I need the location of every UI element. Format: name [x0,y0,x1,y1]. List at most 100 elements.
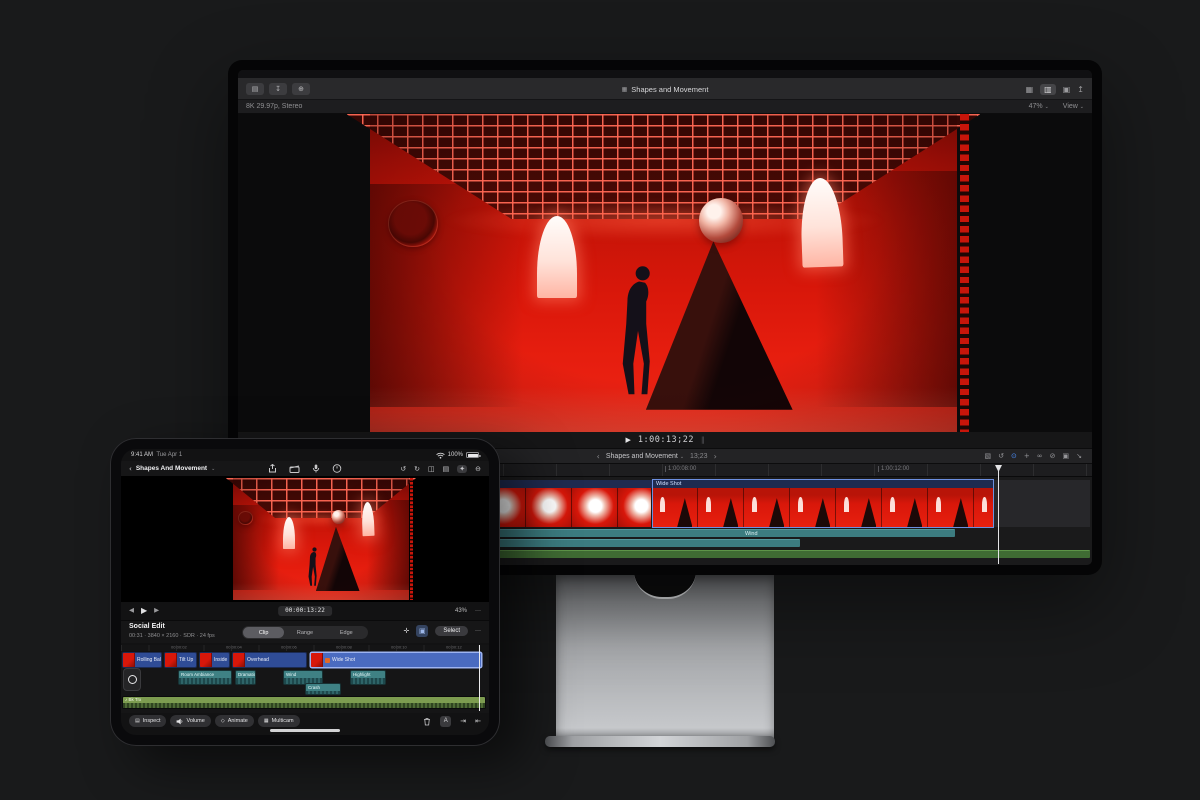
skip-back-button[interactable]: ◀ [129,606,134,615]
clip-wide-shot[interactable] [652,488,994,527]
viewer-zoom-menu[interactable]: 47% ⌄ [1029,103,1049,110]
effects-icon[interactable]: ▣ [1063,452,1070,460]
ipad: 9:41 AM Tue Apr 1 100% ‹ Shapes And Move… [110,438,500,746]
inspect-button[interactable]: ▤ Inspect [129,715,167,727]
wifi-icon [435,452,445,459]
ipad-timeline-tracks: Rolling Ball Tilt Up Inside Overhead Wid… [121,645,489,713]
film-thumb [974,488,994,527]
browser-view-icon[interactable]: ▦ [1026,85,1034,94]
ipad-status-bar: 9:41 AM Tue Apr 1 100% [121,449,489,461]
media-import-icon[interactable] [289,465,300,473]
zoom-out-icon[interactable]: ⊖ [475,465,481,473]
multicam-button[interactable]: ▦ Multicam [257,715,300,727]
viewer-video [346,114,981,432]
back-button[interactable]: ‹ [129,465,132,473]
viewer-canvas [238,114,1092,432]
animate-button[interactable]: ◇ Animate [214,715,254,727]
enhance-icon[interactable]: ✦ [457,464,468,473]
film-thumb [698,488,744,527]
more-options-icon[interactable]: ··· [475,608,481,614]
import-button[interactable]: ↧ [269,82,287,95]
overwrite-icon[interactable]: ⇤ [475,717,481,725]
project-title[interactable]: Shapes And Movement [136,465,207,472]
trim-icon[interactable]: ⊘ [1050,452,1056,460]
battery-icon [466,452,481,458]
playhead[interactable] [998,465,999,564]
jog-icon[interactable]: ✛ [403,627,409,635]
home-indicator[interactable] [270,729,340,732]
share-icon[interactable]: ↥ [1077,85,1084,94]
audio-clip-highlight[interactable]: Highlight [350,670,386,685]
media-icon[interactable]: ▤ [443,465,450,473]
film-thumb [790,488,836,527]
insert-icon[interactable]: + [1024,452,1030,460]
audio-clip-wind[interactable]: Wind [742,529,955,537]
loop-icon[interactable]: ∞ [1037,452,1043,460]
timeline-project-name[interactable]: Shapes and Movement ⌄ [606,453,684,460]
audio-meters-icon[interactable]: ‖ [701,436,705,444]
minimize-icon[interactable]: ↘ [1076,452,1082,460]
next-project-button[interactable]: › [714,452,717,461]
display-stand-foot [545,736,775,747]
timeline-more-icon[interactable]: ··· [475,628,481,634]
film-thumb [652,488,698,527]
voiceover-record-button[interactable] [123,668,141,691]
selected-clip-label: Wide Shot [656,480,682,487]
title-chevron-icon[interactable]: ⌄ [211,466,215,472]
viewer-view-menu[interactable]: View ⌄ [1063,103,1084,110]
inspector-icon[interactable]: ▣ [1063,85,1071,94]
status-time: 9:41 AM [131,452,154,458]
film-thumb [836,488,882,527]
film-thumb [744,488,790,527]
clip-rolling-ball[interactable]: Rolling Ball [122,652,162,668]
capture-button[interactable]: ⊕ [292,82,310,95]
mode-range[interactable]: Range [284,627,325,638]
redo-icon[interactable]: ↻ [414,465,420,473]
clip-tilt-up[interactable]: Tilt Up [164,652,197,668]
viewer-video [225,478,417,600]
index-icon[interactable]: ▧ [985,452,992,460]
audio-clip-dramatic[interactable]: Dramatic Swell [235,670,256,685]
dual-view-icon[interactable]: ◫ [428,465,435,473]
clip-wide-shot-selected[interactable]: Wide Shot [310,652,482,668]
retime-icon[interactable]: ↺ [998,452,1004,460]
ipad-playhead[interactable] [479,645,480,711]
select-button[interactable]: Select [435,626,468,636]
skip-forward-button[interactable]: ▶ [154,606,159,615]
ruler-label: 1:00:12:00 [878,466,909,472]
append-icon[interactable]: ⇥ [460,717,466,725]
fcp-ipad-app: 9:41 AM Tue Apr 1 100% ‹ Shapes And Move… [121,449,489,735]
project-name: Social Edit [129,623,165,630]
audio-clip-room-ambiance[interactable]: Room Ambiance [178,670,232,685]
connect-icon[interactable]: ⊙ [1011,452,1017,460]
captions-icon[interactable]: A [440,715,452,727]
clip-overhead[interactable]: Overhead [232,652,307,668]
volume-button[interactable]: Volume [170,715,211,727]
film-thumb [526,488,572,527]
play-button[interactable]: ▶ [625,436,630,444]
clip-inside[interactable]: Inside [199,652,230,668]
mic-icon[interactable] [312,464,320,473]
timeline-duration: 13;23 [690,452,708,460]
viewer-zoom-level[interactable]: 43% [455,608,467,614]
snapping-icon[interactable]: ▣ [416,625,429,637]
inspect-icon: ▤ [135,718,140,724]
share-icon[interactable] [269,464,277,473]
window-top-edge [238,70,1092,78]
display-stand [556,571,774,738]
prev-project-button[interactable]: ‹ [597,452,600,461]
trash-icon[interactable] [423,717,431,726]
timeline-view-icon[interactable]: ▥ [1040,83,1056,95]
ipad-nav-bar: ‹ Shapes And Movement ⌄ ↺ ↻ ◫ ▤ ✦ ⊖ [121,461,489,476]
music-clip[interactable]: ♪ Bk Trx [122,696,486,709]
timer-icon[interactable] [332,464,342,473]
undo-icon[interactable]: ↺ [400,465,406,473]
viewer-timecode: 1:00:13;22 [637,435,695,445]
media-browser-button[interactable]: ▤ [246,82,264,95]
play-button[interactable]: ▶ [141,606,147,615]
ipad-timeline-ruler[interactable]: 00:00:02 00:00:04 00:00:06 00:00:08 00:0… [121,645,489,651]
mode-clip[interactable]: Clip [243,627,285,638]
mode-edge[interactable]: Edge [326,627,367,638]
audio-clip-crash[interactable]: Crash [305,683,341,695]
viewer-info-bar: 8K 29.97p, Stereo 47% ⌄ View ⌄ [238,100,1092,114]
